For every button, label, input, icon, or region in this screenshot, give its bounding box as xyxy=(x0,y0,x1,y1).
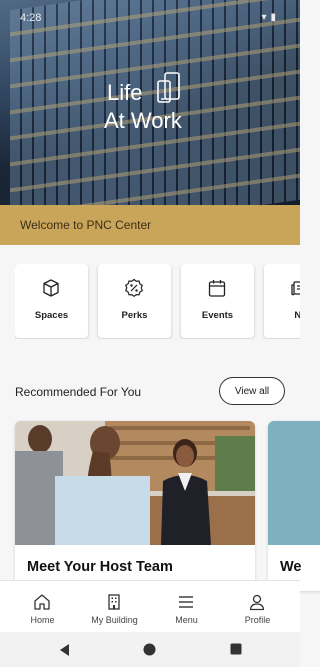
recents-icon[interactable] xyxy=(230,643,242,655)
recommended-heading: Recommended For You xyxy=(15,385,142,399)
battery-icon: ▮ xyxy=(270,12,280,23)
calendar-icon xyxy=(208,280,226,297)
building-icon xyxy=(108,594,120,610)
host-team-photo xyxy=(15,421,255,545)
home-icon xyxy=(34,594,50,610)
card-partial-photo xyxy=(268,421,320,545)
card-host-team[interactable]: Meet Your Host Team xyxy=(15,421,255,591)
logo-line1: Life xyxy=(107,80,143,105)
nav-label: Menu xyxy=(175,615,198,625)
bottom-nav: Home My Building Menu Profile xyxy=(0,580,300,633)
view-all-button[interactable]: View all xyxy=(219,377,285,405)
welcome-text: Welcome to PNC Center xyxy=(20,218,152,232)
tile-label: Perks xyxy=(121,310,148,321)
back-icon[interactable] xyxy=(58,643,70,657)
cube-icon xyxy=(43,279,59,297)
tile-label: Ne xyxy=(294,310,300,321)
tile-label: Spaces xyxy=(34,310,69,321)
system-nav-bar xyxy=(0,632,300,667)
menu-icon xyxy=(179,596,193,608)
tile-spaces[interactable]: Spaces xyxy=(15,264,88,338)
status-icons: ▾▮ xyxy=(261,12,280,23)
nav-menu[interactable]: Menu xyxy=(149,581,224,633)
percent-badge-icon xyxy=(125,278,143,298)
home-circle-icon[interactable] xyxy=(143,643,156,656)
nav-label: Profile xyxy=(244,615,271,625)
card-partial[interactable]: We xyxy=(268,421,320,591)
tile-events[interactable]: Events xyxy=(181,264,254,338)
card-title: We xyxy=(280,559,302,575)
tile-news[interactable]: Ne xyxy=(264,264,300,338)
nav-label: My Building xyxy=(91,615,138,625)
hero-banner: 4:28 ▾▮ Life At Work xyxy=(0,0,300,205)
nav-my-building[interactable]: My Building xyxy=(77,581,152,633)
profile-icon xyxy=(249,594,265,611)
nav-profile[interactable]: Profile xyxy=(220,581,295,633)
tile-label: Events xyxy=(201,310,234,321)
nav-home[interactable]: Home xyxy=(5,581,80,633)
news-icon xyxy=(291,281,300,296)
welcome-bar: Welcome to PNC Center xyxy=(0,205,300,245)
nav-label: Home xyxy=(30,615,55,625)
logo-line2: At Work xyxy=(104,108,182,133)
status-time: 4:28 xyxy=(20,12,42,24)
phone-logo-icon xyxy=(157,72,180,103)
tile-perks[interactable]: Perks xyxy=(98,264,171,338)
life-at-work-logo: Life At Work xyxy=(104,72,204,142)
quick-links-row: Spaces Perks Events Ne xyxy=(15,264,300,339)
card-title: Meet Your Host Team xyxy=(27,559,173,575)
